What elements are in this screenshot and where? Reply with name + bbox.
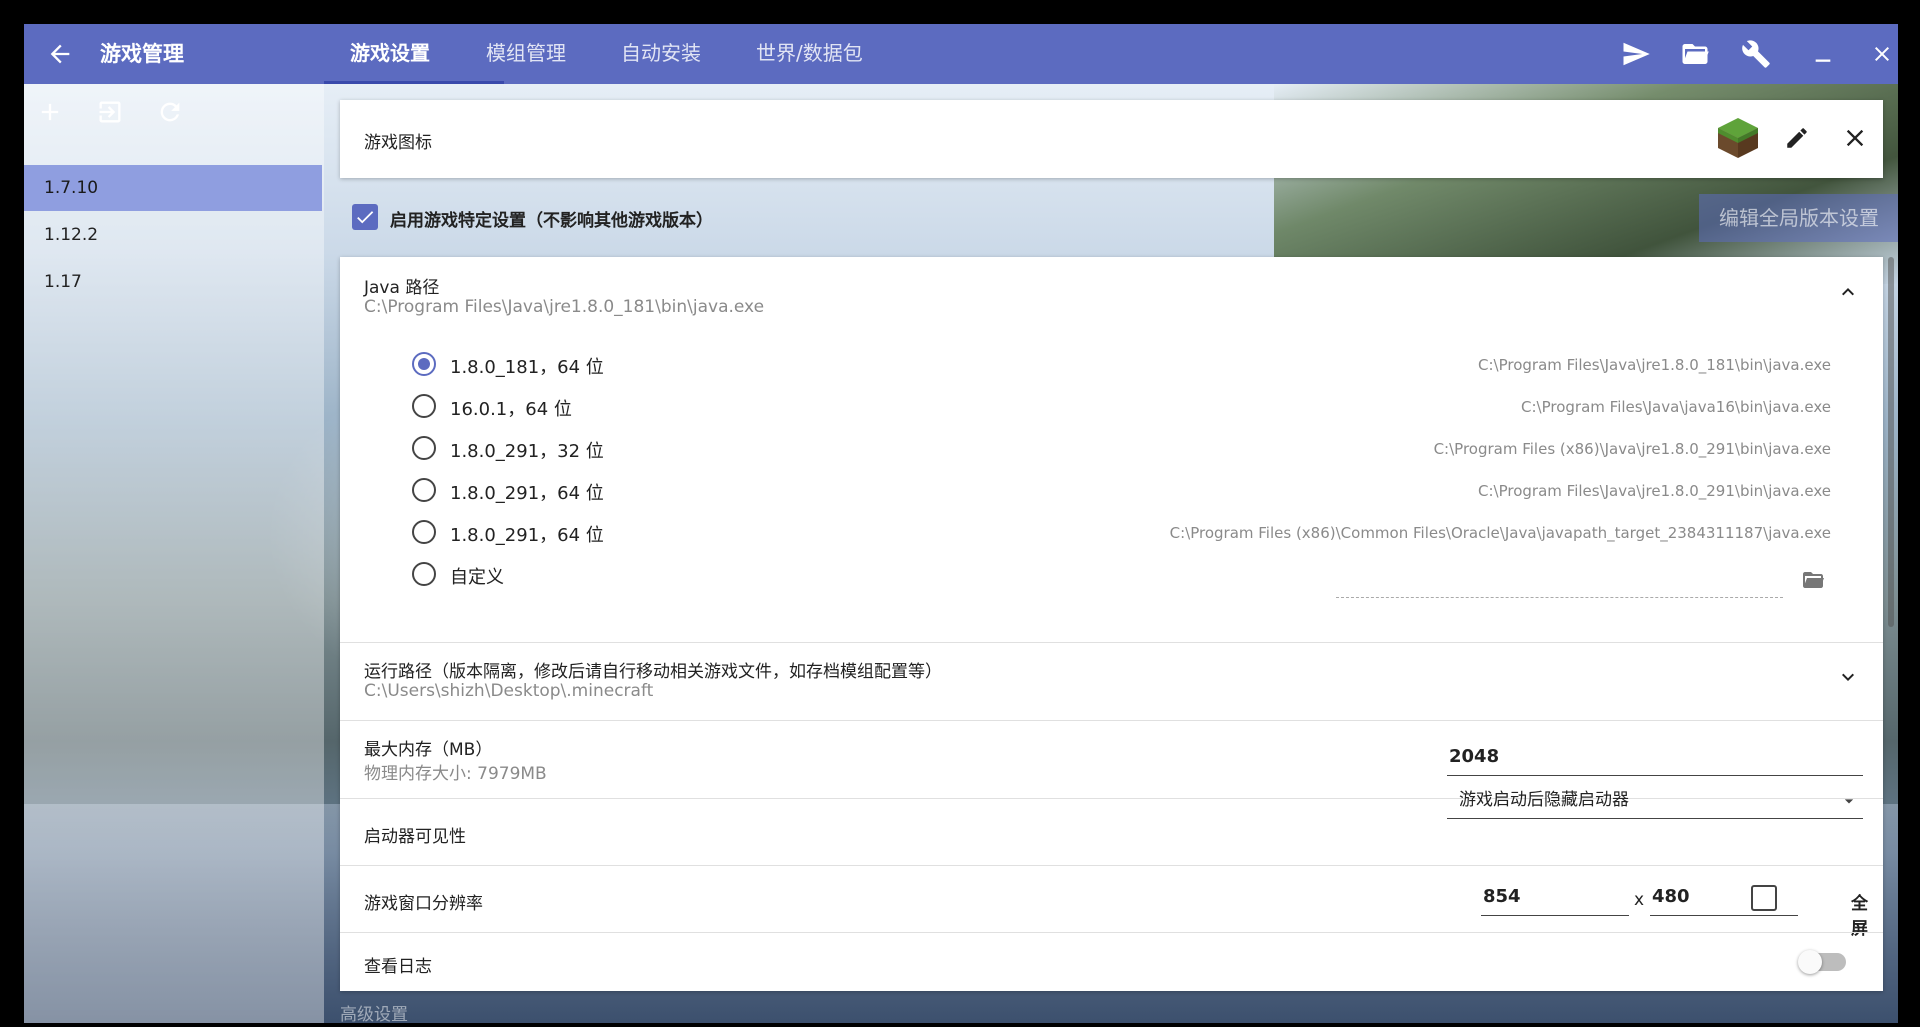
arrow-left-icon (50, 44, 70, 64)
divider (340, 865, 1883, 866)
tab-worlds-datapacks[interactable]: 世界/数据包 (756, 24, 863, 84)
java-custom-radio[interactable] (412, 562, 436, 586)
java-option-radio[interactable] (412, 478, 436, 502)
java-custom-label: 自定义 (450, 567, 504, 588)
tab-game-settings[interactable]: 游戏设置 (350, 24, 430, 84)
version-sidebar: 1.7.10 1.12.2 1.17 (24, 84, 324, 1023)
java-option-radio[interactable] (412, 352, 436, 376)
enable-specific-checkbox[interactable] (352, 204, 378, 230)
page-title: 游戏管理 (100, 42, 184, 66)
java-option-path: C:\Program Files\Java\java16\bin\java.ex… (1521, 398, 1831, 416)
launcher-visibility-value: 游戏启动后隐藏启动器 (1459, 790, 1629, 810)
close-icon (1875, 47, 1889, 61)
java-option-radio[interactable] (412, 394, 436, 418)
divider (340, 932, 1883, 933)
java-option-label: 1.8.0_181，64 位 (450, 357, 604, 378)
paper-plane-icon (1623, 42, 1650, 66)
java-path-label: Java 路径 (364, 278, 440, 298)
java-collapse-button[interactable] (1833, 277, 1863, 307)
add-version-button[interactable] (30, 92, 70, 132)
game-icon-card: 游戏图标 (340, 100, 1883, 178)
open-folder-button[interactable] (1675, 34, 1715, 74)
wrench-icon (1742, 40, 1770, 68)
java-option-path: C:\Program Files\Java\jre1.8.0_181\bin\j… (1478, 356, 1831, 374)
folder-open-icon (1682, 44, 1709, 64)
fullscreen-checkbox[interactable] (1751, 885, 1777, 911)
refresh-icon (160, 102, 180, 122)
run-path-expand-button[interactable] (1833, 662, 1863, 692)
java-option-label: 1.8.0_291，32 位 (450, 441, 604, 462)
edit-global-settings-button[interactable]: 编辑全局版本设置 (1699, 194, 1898, 242)
check-icon (357, 211, 374, 224)
java-option-path: C:\Program Files (x86)\Java\jre1.8.0_291… (1433, 440, 1831, 458)
java-option-radio[interactable] (412, 520, 436, 544)
launcher-visibility-label: 启动器可见性 (364, 827, 466, 847)
add-icon (41, 103, 59, 121)
grass-block-icon (1718, 118, 1758, 158)
show-log-label: 查看日志 (364, 957, 432, 977)
resolution-separator: x (1634, 890, 1645, 910)
run-path-label: 运行路径（版本隔离，修改后请自行移动相关游戏文件，如存档模组配置等） (364, 662, 942, 682)
folder-open-icon (1803, 572, 1824, 588)
java-option-label: 1.8.0_291，64 位 (450, 525, 604, 546)
scrollbar[interactable] (1888, 257, 1894, 627)
import-version-button[interactable] (90, 92, 130, 132)
edit-icon-button[interactable] (1777, 118, 1817, 158)
minimize-button[interactable] (1803, 34, 1843, 74)
divider (340, 720, 1883, 721)
launcher-visibility-select[interactable]: 游戏启动后隐藏启动器 (1447, 783, 1863, 819)
window-resolution-label: 游戏窗口分辨率 (364, 894, 483, 914)
resolution-width-input[interactable]: 854 (1481, 880, 1629, 916)
minimize-icon (1815, 59, 1831, 62)
refresh-versions-button[interactable] (150, 92, 190, 132)
java-custom-path-input[interactable] (1336, 597, 1783, 598)
java-option-radio[interactable] (412, 436, 436, 460)
tab-auto-install[interactable]: 自动安装 (621, 24, 701, 84)
version-item-1-17[interactable]: 1.17 (24, 259, 322, 305)
tab-mod-management[interactable]: 模组管理 (486, 24, 566, 84)
java-option-path: C:\Program Files (x86)\Common Files\Orac… (1169, 524, 1831, 542)
enable-specific-label: 启用游戏特定设置（不影响其他游戏版本） (390, 211, 713, 231)
max-memory-input[interactable]: 2048 (1447, 740, 1863, 776)
advanced-settings-header: 高级设置 (340, 1005, 408, 1023)
java-option-label: 16.0.1，64 位 (450, 399, 572, 420)
chevron-up-icon (1842, 288, 1854, 296)
close-window-button[interactable] (1862, 34, 1898, 74)
max-memory-label: 最大内存（MB） (364, 740, 493, 760)
java-option-path: C:\Program Files\Java\jre1.8.0_291\bin\j… (1478, 482, 1831, 500)
sidebar-toolbar (24, 84, 324, 140)
physical-memory-label: 物理内存大小: 7979MB (364, 764, 547, 784)
divider (340, 642, 1883, 643)
toggle-knob (1798, 950, 1822, 974)
chevron-down-icon (1842, 673, 1854, 681)
version-item-1-12-2[interactable]: 1.12.2 (24, 212, 322, 258)
dropdown-arrow-icon (1844, 799, 1854, 804)
java-path-current: C:\Program Files\Java\jre1.8.0_181\bin\j… (364, 297, 765, 317)
title-bar: 游戏管理 游戏设置 模组管理 自动安装 世界/数据包 (24, 24, 1898, 84)
version-item-1-7-10[interactable]: 1.7.10 (24, 165, 322, 211)
feedback-button[interactable] (1616, 34, 1656, 74)
game-icon-label: 游戏图标 (364, 133, 432, 153)
pencil-icon (1787, 128, 1807, 148)
run-path-value: C:\Users\shizh\Desktop\.minecraft (364, 681, 654, 701)
game-settings-card: Java 路径 C:\Program Files\Java\jre1.8.0_1… (340, 257, 1883, 991)
browse-java-button[interactable] (1798, 565, 1828, 595)
close-icon (1846, 129, 1864, 147)
java-option-label: 1.8.0_291，64 位 (450, 483, 604, 504)
tools-button[interactable] (1736, 34, 1776, 74)
show-log-toggle[interactable] (1798, 950, 1846, 974)
import-icon (99, 101, 121, 123)
reset-icon-button[interactable] (1835, 118, 1875, 158)
launcher-window: 游戏管理 游戏设置 模组管理 自动安装 世界/数据包 1.7.10 1.12.2… (24, 24, 1898, 1023)
active-tab-indicator (324, 81, 504, 84)
back-button[interactable] (40, 34, 80, 74)
